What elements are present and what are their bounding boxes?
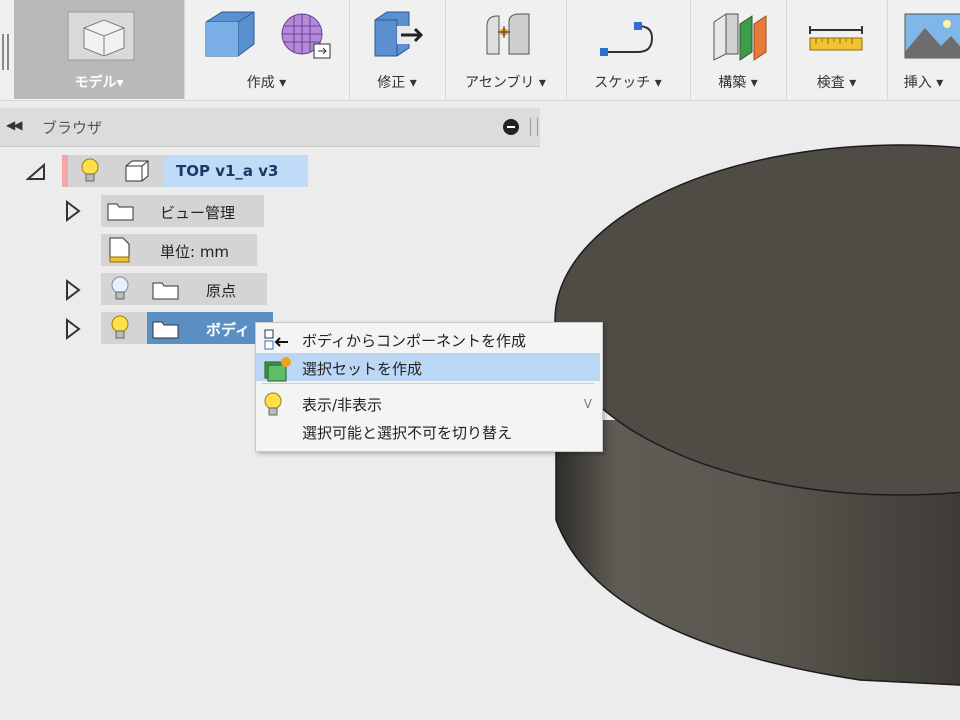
folder-icon [107,203,134,221]
assembly-icon [479,8,539,64]
lightbulb-icon[interactable] [110,315,130,341]
construct-menu-button[interactable]: 構築 ▾ [690,0,787,99]
insert-icon [901,8,960,64]
menu-item-label: 選択セットを作成 [302,360,423,378]
component-from-body-icon [262,328,290,356]
menu-item-create-component-from-bodies[interactable]: ボディからコンポーネントを作成 [256,325,600,353]
create-menu-button[interactable]: 作成 ▾ [184,0,350,99]
form-icon [276,8,336,64]
component-icon [125,160,149,182]
panel-pin-icon[interactable] [530,118,538,136]
sketch-menu-button[interactable]: スケッチ ▾ [566,0,691,99]
menu-item-label: 選択可能と選択不可を切り替え [302,424,513,442]
toolbar-label: 挿入 ▾ [903,75,944,91]
selection-set-icon [262,356,292,386]
expand-arrow-icon[interactable] [64,200,82,222]
assembly-menu-button[interactable]: アセンブリ ▾ [445,0,567,99]
expand-arrow-icon[interactable] [64,279,82,301]
construct-icon [708,8,768,64]
toolbar-label: アセンブリ ▾ [465,75,546,91]
folder-icon [152,282,179,300]
menu-separator [262,383,594,384]
create-box-icon [200,8,260,64]
context-menu: ボディからコンポーネントを作成 選択セットを作成 表示/非表示 V 選択可能と選… [255,322,603,452]
toolbar: モデル▾ 作成 ▾ 修正 ▾ アセンブリ ▾ スケッチ ▾ 構築 ▾ 検査 ▾ … [0,0,960,101]
inspect-menu-button[interactable]: 検査 ▾ [786,0,888,99]
expand-arrow-icon[interactable] [64,318,82,340]
root-component-label: TOP v1_a v3 [176,162,279,180]
menu-item-create-selection-set[interactable]: 選択セットを作成 [256,353,600,382]
model-workspace-button[interactable]: モデル▾ [14,0,185,99]
menu-item-show-hide[interactable]: 表示/非表示 V [256,389,600,417]
lightbulb-icon[interactable] [80,158,100,184]
tree-item-label: 単位: mm [160,243,230,261]
toolbar-label: 修正 ▾ [377,75,417,91]
collapse-panel-icon[interactable]: ◀◀ [6,118,23,132]
modify-icon [369,8,429,64]
menu-item-label: ボディからコンポーネントを作成 [302,332,526,350]
tree-item-label: ボディ [206,321,250,339]
menu-item-label: 表示/非表示 [302,396,383,414]
shortcut-hint: V [583,397,592,411]
browser-title: ブラウザ [42,119,103,137]
folder-icon [152,321,179,339]
document-ruler-icon [109,237,130,263]
toolbar-label: 検査 ▾ [816,75,857,91]
browser-panel-header: ◀◀ ブラウザ [0,108,540,147]
modify-menu-button[interactable]: 修正 ▾ [349,0,446,99]
lightbulb-off-icon[interactable] [110,276,130,302]
minimize-panel-button[interactable] [503,119,519,135]
tree-item-label: ビュー管理 [160,204,236,222]
inspect-icon [806,8,866,64]
toolbar-label: 作成 ▾ [246,75,287,91]
toolbar-label: モデル▾ [74,75,124,91]
toolbar-label: 構築 ▾ [718,75,758,91]
expand-collapse-icon[interactable] [26,163,46,181]
sketch-icon [598,8,658,64]
menu-item-toggle-selectable[interactable]: 選択可能と選択不可を切り替え [256,417,600,445]
toolbar-label: スケッチ ▾ [594,75,662,91]
insert-menu-button[interactable]: 挿入 ▾ [887,0,960,99]
toolbar-grip[interactable] [2,34,12,70]
tree-item-label: 原点 [206,282,237,300]
model-workspace-icon [66,8,136,64]
